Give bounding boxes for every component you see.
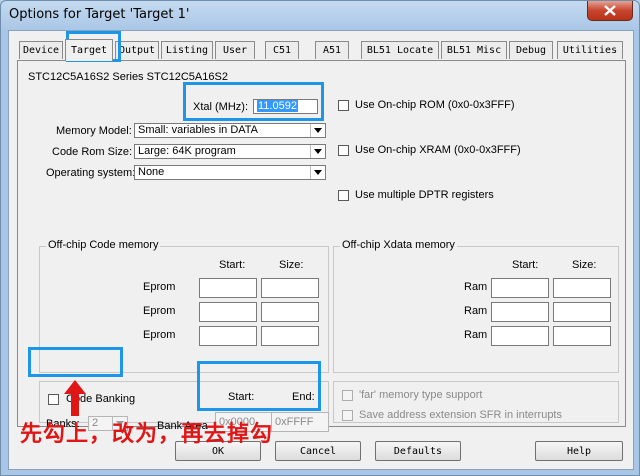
eprom-start-input[interactable] xyxy=(199,326,257,346)
xtal-label: Xtal (MHz): xyxy=(193,101,248,113)
offchip-code-title: Off-chip Code memory xyxy=(46,239,161,251)
memory-model-select[interactable]: Small: variables in DATA xyxy=(134,123,326,138)
bank-start-header: Start: xyxy=(228,391,255,403)
tab-c51[interactable]: C51 xyxy=(265,41,299,59)
ram-label: Ram xyxy=(464,329,488,341)
ram-size-input[interactable] xyxy=(553,326,611,346)
ram-start-input[interactable] xyxy=(491,326,549,346)
xtal-input[interactable]: 11.0592 xyxy=(253,99,318,114)
red-arrow-icon xyxy=(64,380,86,416)
xdata-size-header: Size: xyxy=(572,259,597,271)
code-start-header: Start: xyxy=(219,259,246,271)
eprom-label: Eprom xyxy=(143,305,176,317)
eprom-label: Eprom xyxy=(143,329,176,341)
offchip-xdata-title: Off-chip Xdata memory xyxy=(340,239,457,251)
ram-start-input[interactable] xyxy=(491,278,549,298)
dialog-client: Device Target Output Listing User C51 A5… xyxy=(8,30,634,470)
tab-listing[interactable]: Listing xyxy=(161,41,213,59)
tab-a51[interactable]: A51 xyxy=(315,41,349,59)
offchip-code-group: Off-chip Code memory Start: Size: Eprom … xyxy=(39,239,329,373)
ram-label: Ram xyxy=(464,305,488,317)
eprom-start-input[interactable] xyxy=(199,302,257,322)
ram-size-input[interactable] xyxy=(553,278,611,298)
xtal-value: 11.0592 xyxy=(257,100,298,112)
ram-size-input[interactable] xyxy=(553,302,611,322)
code-rom-size-label: Code Rom Size: xyxy=(52,146,133,158)
far-memory-label: 'far' memory type support xyxy=(359,389,483,401)
save-sfr-checkbox[interactable] xyxy=(342,410,353,421)
save-sfr-label: Save address extension SFR in interrupts xyxy=(359,409,562,421)
memory-model-label: Memory Model: xyxy=(56,125,132,137)
onchip-xram-checkbox[interactable] xyxy=(338,145,349,156)
ram-start-input[interactable] xyxy=(491,302,549,322)
multiple-dptr-checkbox[interactable] xyxy=(338,190,349,201)
chevron-down-icon xyxy=(310,166,325,179)
operating-system-label: Operating system: xyxy=(46,167,136,179)
tab-target[interactable]: Target xyxy=(65,39,113,61)
instruction-annotation: 先勾上，改为，再去掉勾 xyxy=(20,422,274,447)
eprom-start-input[interactable] xyxy=(199,278,257,298)
ram-label: Ram xyxy=(464,281,488,293)
code-banking-checkbox[interactable] xyxy=(48,394,59,405)
operating-system-select[interactable]: None xyxy=(134,165,326,180)
tab-user[interactable]: User xyxy=(215,41,255,59)
tab-utilities[interactable]: Utilities xyxy=(557,41,623,59)
code-rom-size-select[interactable]: Large: 64K program xyxy=(134,144,326,159)
far-memory-checkbox[interactable] xyxy=(342,390,353,401)
far-memory-group: 'far' memory type support Save address e… xyxy=(333,381,619,423)
close-button[interactable] xyxy=(587,1,633,21)
tab-debug[interactable]: Debug xyxy=(509,41,553,59)
multiple-dptr-label: Use multiple DPTR registers xyxy=(355,189,494,201)
bank-end-input[interactable]: 0xFFFF xyxy=(271,412,329,432)
onchip-xram-label: Use On-chip XRAM (0x0-0x3FFF) xyxy=(355,144,521,156)
bank-end-header: End: xyxy=(292,391,315,403)
eprom-size-input[interactable] xyxy=(261,302,319,322)
code-size-header: Size: xyxy=(279,259,304,271)
tab-output[interactable]: Output xyxy=(115,41,159,59)
chevron-down-icon xyxy=(310,124,325,137)
chevron-down-icon xyxy=(310,145,325,158)
eprom-size-input[interactable] xyxy=(261,278,319,298)
eprom-label: Eprom xyxy=(143,281,176,293)
close-icon xyxy=(604,5,616,16)
eprom-size-input[interactable] xyxy=(261,326,319,346)
xdata-start-header: Start: xyxy=(512,259,539,271)
defaults-button[interactable]: Defaults xyxy=(375,441,461,461)
offchip-xdata-group: Off-chip Xdata memory Start: Size: Ram R… xyxy=(333,239,619,373)
target-panel: STC12C5A16S2 Series STC12C5A16S2 Xtal (M… xyxy=(17,60,626,432)
tab-bl51-locate[interactable]: BL51 Locate xyxy=(361,41,439,59)
options-dialog: Options for Target 'Target 1' Device Tar… xyxy=(0,0,640,476)
onchip-rom-checkbox[interactable] xyxy=(338,100,349,111)
tab-bl51-misc[interactable]: BL51 Misc xyxy=(441,41,507,59)
window-title: Options for Target 'Target 1' xyxy=(9,7,190,22)
tab-device[interactable]: Device xyxy=(19,41,63,59)
title-bar[interactable]: Options for Target 'Target 1' xyxy=(1,1,639,29)
help-button[interactable]: Help xyxy=(535,441,623,461)
device-name: STC12C5A16S2 Series STC12C5A16S2 xyxy=(28,71,228,83)
onchip-rom-label: Use On-chip ROM (0x0-0x3FFF) xyxy=(355,99,515,111)
cancel-button[interactable]: Cancel xyxy=(275,441,361,461)
